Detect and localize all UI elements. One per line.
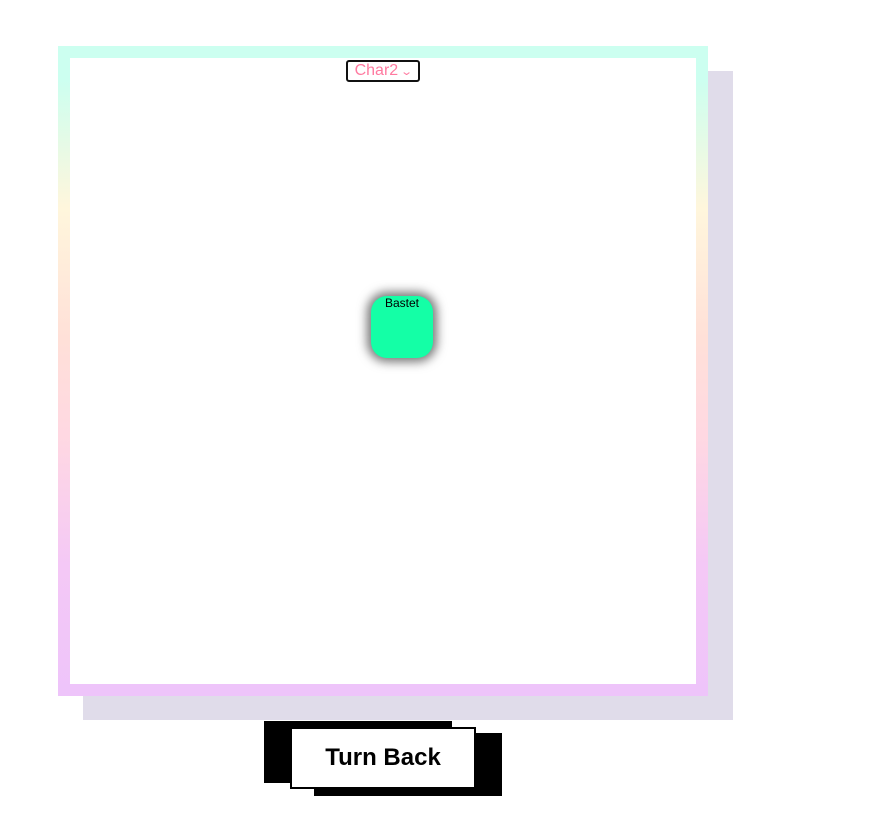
character-select[interactable]: Char2 ⌄ <box>346 60 420 82</box>
game-frame: Char2 ⌄ Bastet <box>58 46 708 696</box>
character-select-value: Char2 <box>354 62 399 79</box>
turn-back-label: Turn Back <box>325 744 441 771</box>
character-sprite[interactable]: Bastet <box>371 296 433 358</box>
turn-back-button[interactable]: Turn Back <box>290 727 476 789</box>
chevron-down-icon: ⌄ <box>400 65 414 78</box>
game-area: Char2 ⌄ Bastet <box>70 58 696 684</box>
character-name: Bastet <box>384 296 420 310</box>
